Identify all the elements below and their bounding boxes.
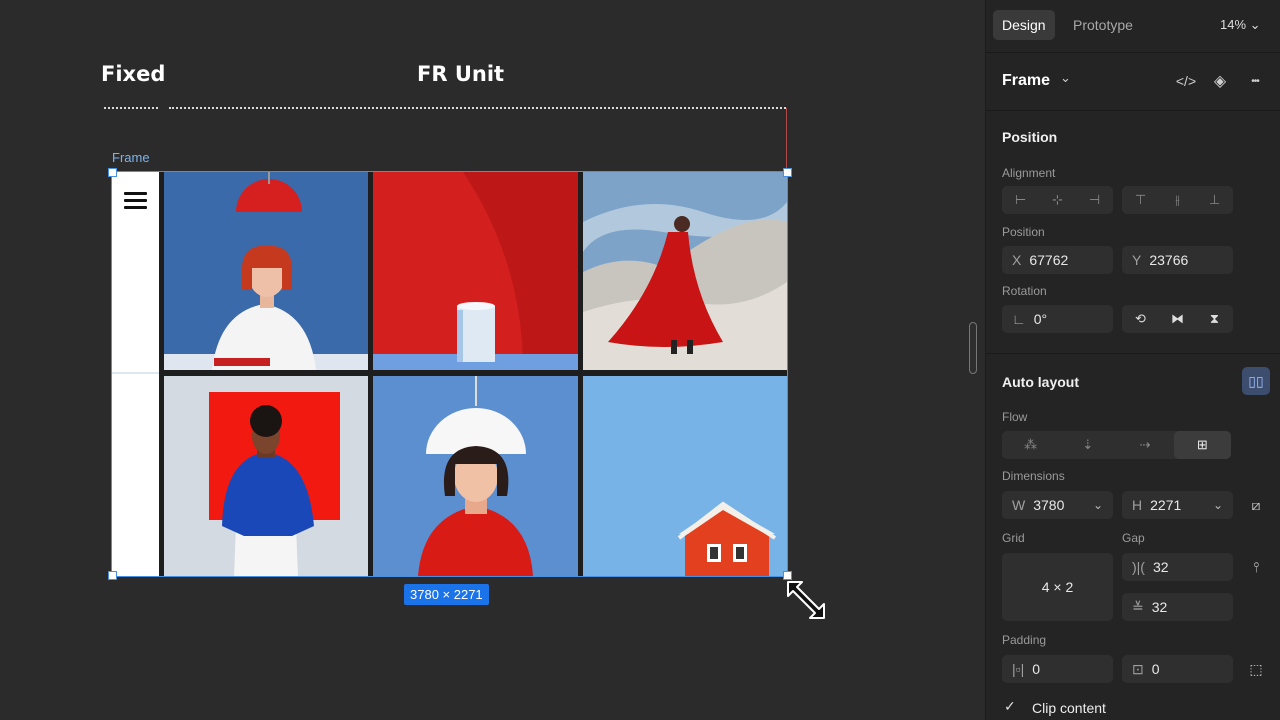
x-value: 67762: [1029, 252, 1069, 268]
horizontal-padding-value: 0: [1032, 661, 1041, 677]
diagonal-resize-cursor-icon: [784, 578, 828, 627]
height-value: 2271: [1150, 497, 1182, 513]
frame-name-label[interactable]: Frame: [112, 150, 150, 165]
tab-prototype[interactable]: Prototype: [1064, 10, 1142, 40]
y-prefix: Y: [1132, 252, 1142, 268]
align-top-icon[interactable]: ⊤: [1122, 186, 1159, 214]
clip-content-label[interactable]: Clip content: [1032, 700, 1106, 716]
rotation-value: 0°: [1033, 311, 1048, 327]
height-prefix: H: [1132, 497, 1143, 513]
row-gap-icon: ≚: [1132, 599, 1144, 615]
position-label: Position: [1002, 225, 1045, 239]
rotation-label: Rotation: [1002, 284, 1047, 298]
image-red-cloak-mountains[interactable]: [583, 172, 787, 370]
image-red-hair-woman[interactable]: [164, 172, 368, 370]
flow-options: ⁂ ⇣ ⇢ ⊞: [1002, 431, 1231, 459]
align-middle-vertical-icon[interactable]: ⫲: [1159, 186, 1196, 214]
column-gap-value: 32: [1152, 559, 1169, 575]
row-gap-value: 32: [1151, 599, 1168, 615]
resize-handle-top-left[interactable]: [108, 168, 117, 177]
hamburger-menu-icon: [124, 192, 147, 213]
y-value: 23766: [1149, 252, 1189, 268]
flow-vertical-icon[interactable]: ⇣: [1059, 431, 1116, 459]
grid-label: Grid: [1002, 531, 1025, 545]
fixed-header: Fixed: [101, 62, 166, 86]
properties-panel: Design Prototype 14% ⌄ Frame ⌄ </> ◈ •••…: [985, 0, 1280, 720]
fixed-column: [112, 172, 159, 576]
guide-line: [786, 108, 787, 168]
flip-vertical-icon[interactable]: ⧗: [1196, 305, 1233, 333]
selected-frame[interactable]: [108, 168, 792, 580]
code-icon[interactable]: </>: [1172, 67, 1200, 95]
horizontal-alignment-group: ⊢ ⊹ ⊣: [1002, 186, 1113, 214]
flow-horizontal-icon[interactable]: ⇢: [1117, 431, 1174, 459]
gap-label: Gap: [1122, 531, 1145, 545]
column-gap-field[interactable]: )|( 32: [1122, 553, 1233, 581]
zoom-dropdown[interactable]: 14% ⌄: [1220, 17, 1261, 33]
transform-group: ⟲ ⧓ ⧗: [1122, 305, 1233, 333]
y-position-field[interactable]: Y 23766: [1122, 246, 1233, 274]
flow-label: Flow: [1002, 410, 1028, 424]
rotation-field[interactable]: ∟ 0°: [1002, 305, 1113, 333]
row-gap-field[interactable]: ≚ 32: [1122, 593, 1233, 621]
divider: [986, 353, 1280, 354]
align-right-icon[interactable]: ⊣: [1076, 186, 1113, 214]
flip-horizontal-icon[interactable]: ⧓: [1159, 305, 1196, 333]
rotation-icon: ∟: [1012, 311, 1026, 327]
width-field[interactable]: W 3780 ⌄: [1002, 491, 1113, 519]
chevron-down-icon[interactable]: ⌄: [1060, 70, 1071, 86]
width-mode-chevron-icon[interactable]: ⌄: [1093, 491, 1103, 519]
auto-layout-toggle-icon[interactable]: ▯▯: [1242, 367, 1270, 395]
divider: [986, 110, 1280, 111]
design-canvas[interactable]: Fixed FR Unit Frame 3780 × 2271: [0, 0, 985, 720]
width-prefix: W: [1012, 497, 1026, 513]
alignment-label: Alignment: [1002, 166, 1056, 180]
padding-label: Padding: [1002, 633, 1047, 647]
flow-grid-icon[interactable]: ⊞: [1173, 431, 1231, 459]
fixed-measure-line: [104, 107, 158, 109]
resize-handle-bottom-left[interactable]: [108, 571, 117, 580]
align-bottom-icon[interactable]: ⊥: [1196, 186, 1233, 214]
dimension-badge: 3780 × 2271: [404, 584, 489, 605]
height-mode-chevron-icon[interactable]: ⌄: [1213, 491, 1223, 519]
align-center-horizontal-icon[interactable]: ⊹: [1039, 186, 1076, 214]
divider: [986, 52, 1280, 53]
x-position-field[interactable]: X 67762: [1002, 246, 1113, 274]
clip-content-checkbox[interactable]: ✓: [1004, 698, 1016, 715]
image-white-lamp-woman[interactable]: [373, 376, 578, 576]
x-prefix: X: [1012, 252, 1022, 268]
dimensions-label: Dimensions: [1002, 469, 1065, 483]
tab-design[interactable]: Design: [993, 10, 1055, 40]
fr-unit-header: FR Unit: [417, 62, 505, 86]
individual-padding-icon[interactable]: ⬚: [1242, 655, 1270, 683]
column-divider: [112, 372, 159, 374]
width-value: 3780: [1033, 497, 1065, 513]
fr-measure-line: [169, 107, 786, 109]
gap-settings-icon[interactable]: ⫯: [1242, 553, 1270, 581]
resize-handle-top-right[interactable]: [783, 168, 792, 177]
position-section-title: Position: [1002, 129, 1058, 145]
column-gap-icon: )|(: [1132, 559, 1145, 575]
rotate-90-icon[interactable]: ⟲: [1122, 305, 1159, 333]
auto-layout-section-title: Auto layout: [1002, 374, 1079, 390]
frame-type-title[interactable]: Frame: [1002, 72, 1050, 90]
component-icon[interactable]: ◈: [1206, 67, 1234, 95]
grid-size-picker[interactable]: 4 × 2: [1002, 553, 1113, 621]
horizontal-padding-icon: |▫|: [1012, 661, 1025, 677]
horizontal-padding-field[interactable]: |▫| 0: [1002, 655, 1113, 683]
image-red-house-sky[interactable]: [583, 376, 787, 576]
image-red-wall-cup[interactable]: [373, 172, 578, 370]
image-blue-sweater-woman[interactable]: [164, 376, 368, 576]
align-left-icon[interactable]: ⊢: [1002, 186, 1039, 214]
vertical-alignment-group: ⊤ ⫲ ⊥: [1122, 186, 1233, 214]
more-options-icon[interactable]: •••: [1241, 67, 1269, 95]
height-field[interactable]: H 2271 ⌄: [1122, 491, 1233, 519]
vertical-padding-icon: ⊡: [1132, 661, 1144, 677]
flow-freeform-icon[interactable]: ⁂: [1002, 431, 1059, 459]
vertical-padding-field[interactable]: ⊡ 0: [1122, 655, 1233, 683]
canvas-scrollbar[interactable]: [969, 322, 977, 374]
constrain-proportions-icon[interactable]: ⧄: [1242, 491, 1270, 519]
vertical-padding-value: 0: [1151, 661, 1160, 677]
